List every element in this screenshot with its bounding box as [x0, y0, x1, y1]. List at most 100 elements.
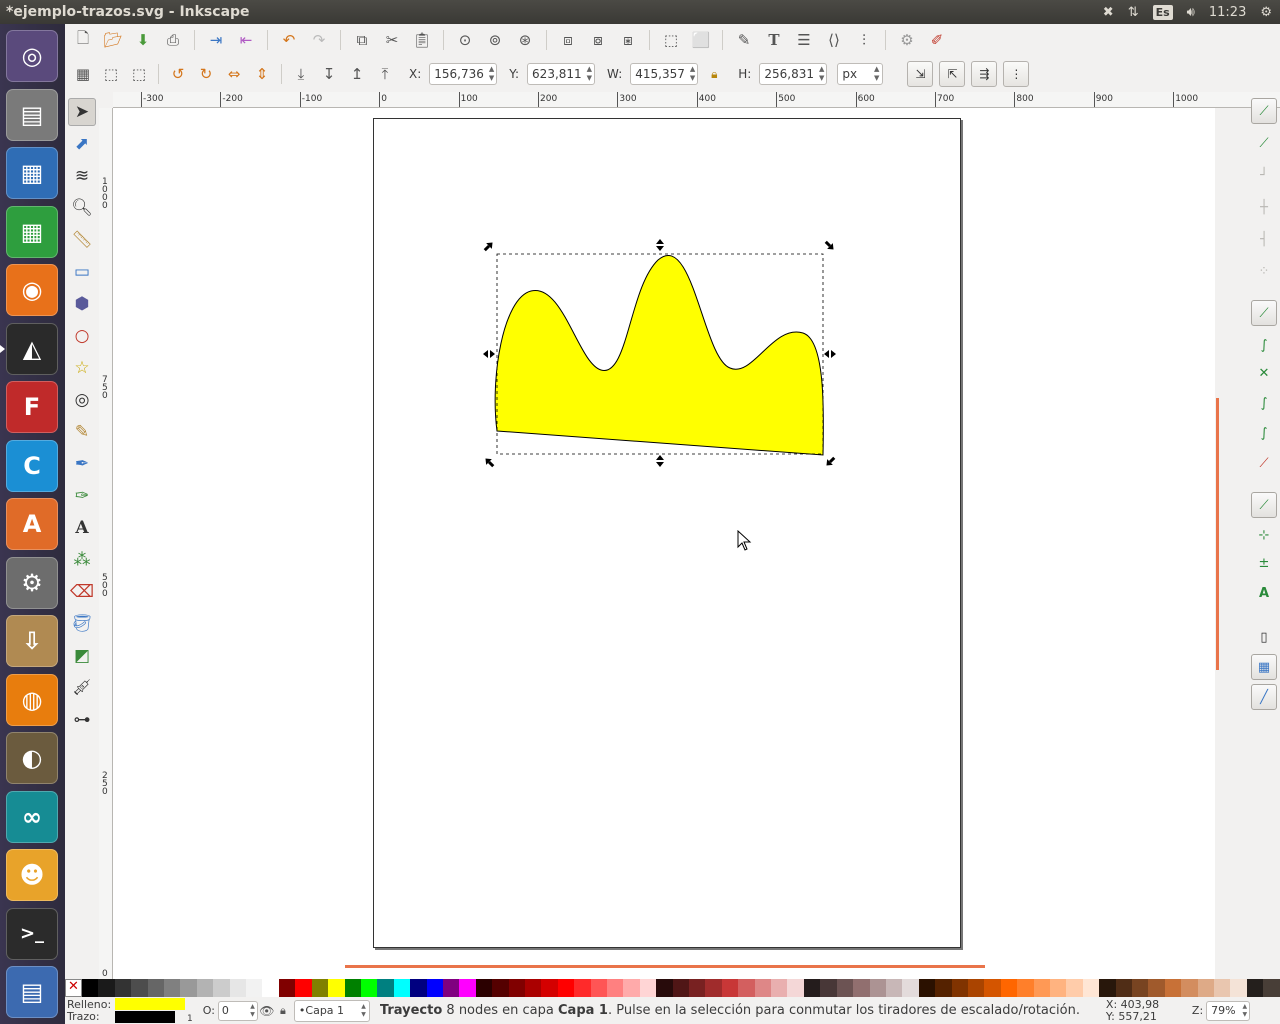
connector-tool-icon[interactable]: ⊶: [68, 706, 96, 734]
snap-bbox-edge-icon[interactable]: ┘: [1251, 162, 1277, 188]
launcher-blender-icon[interactable]: ◍: [6, 673, 58, 726]
palette-swatch[interactable]: [1017, 979, 1034, 997]
palette-swatch[interactable]: [426, 979, 443, 997]
undo-icon[interactable]: ↶: [277, 28, 301, 52]
palette-swatch[interactable]: [705, 979, 722, 997]
volume-icon[interactable]: 🔊︎: [1187, 5, 1195, 20]
ellipse-tool-icon[interactable]: ○: [68, 322, 96, 350]
spray-tool-icon[interactable]: ⁂: [68, 546, 96, 574]
palette-swatch[interactable]: [1082, 979, 1100, 997]
zoom-input[interactable]: 79% ▲ ▼: [1206, 1000, 1251, 1021]
move-patterns-toggle-icon[interactable]: ⋮: [1003, 61, 1030, 87]
h-input[interactable]: 256,831 ▲ ▼: [759, 63, 828, 85]
snap-others-icon[interactable]: ⟋: [1251, 492, 1277, 518]
handle-se[interactable]: [824, 455, 837, 468]
star-tool-icon[interactable]: ☆: [68, 354, 96, 382]
launcher-system-settings-icon[interactable]: ⚙: [6, 556, 58, 609]
rectangle-tool-icon[interactable]: ▭: [68, 258, 96, 286]
calligraphy-tool-icon[interactable]: ✑: [68, 482, 96, 510]
snap-bbox-center-icon[interactable]: ⁘: [1251, 258, 1277, 284]
palette-swatch[interactable]: [213, 979, 230, 997]
raise-to-top-icon[interactable]: ⤒: [373, 62, 397, 86]
flip-horizontal-icon[interactable]: ⇔: [222, 62, 246, 86]
cut-icon[interactable]: ✂: [380, 28, 404, 52]
launcher-software-center-icon[interactable]: A: [6, 498, 58, 550]
palette-swatch[interactable]: [1049, 979, 1067, 997]
new-document-icon[interactable]: 🗋: [71, 28, 95, 52]
preferences-icon[interactable]: ⚙: [895, 28, 919, 52]
palette-swatch[interactable]: [935, 979, 952, 997]
rotate-ccw-icon[interactable]: ↺: [166, 62, 190, 86]
snap-object-center-icon[interactable]: ⊹: [1251, 522, 1277, 548]
launcher-freecad-icon[interactable]: F: [6, 381, 58, 433]
palette-swatch[interactable]: [885, 979, 903, 997]
unlink-clone-icon[interactable]: ⧆: [616, 28, 640, 52]
spin-arrows-icon[interactable]: ▲ ▼: [489, 65, 494, 83]
palette-swatch[interactable]: [590, 979, 607, 997]
palette-swatch[interactable]: [164, 979, 181, 997]
palette-swatch[interactable]: [1132, 979, 1149, 997]
unit-select[interactable]: px ▲ ▼: [837, 63, 884, 85]
paint-bucket-tool-icon[interactable]: 🪣︎: [68, 610, 96, 638]
launcher-codeblocks-icon[interactable]: C: [6, 439, 58, 492]
palette-swatch[interactable]: [180, 979, 197, 997]
zoom-selection-icon[interactable]: ⊙: [453, 28, 477, 52]
palette-swatch[interactable]: [820, 979, 837, 997]
horizontal-scroll-thumb[interactable]: [345, 965, 985, 968]
palette-swatch[interactable]: [492, 979, 509, 997]
flip-vertical-icon[interactable]: ⇕: [250, 62, 274, 86]
palette-swatch[interactable]: [229, 979, 247, 997]
gradient-tool-icon[interactable]: ◩: [68, 642, 96, 670]
align-distribute-icon[interactable]: ⫶: [852, 28, 876, 52]
snap-rotation-center-icon[interactable]: ±: [1251, 550, 1277, 576]
launcher-firefox-icon[interactable]: ◉: [6, 264, 58, 316]
spin-arrows-icon[interactable]: ▲ ▼: [690, 65, 695, 83]
palette-swatch[interactable]: [771, 979, 788, 997]
handle-e[interactable]: [824, 350, 836, 358]
snap-nodes-icon[interactable]: ⟋: [1251, 300, 1277, 326]
palette-swatch[interactable]: [295, 979, 312, 997]
palette-swatch[interactable]: [689, 979, 706, 997]
dropbox-icon[interactable]: ✖: [1103, 5, 1114, 20]
launcher-gimp-icon[interactable]: ◐: [6, 732, 58, 784]
palette-swatch[interactable]: [1230, 979, 1247, 997]
palette-swatch[interactable]: [1099, 979, 1116, 997]
palette-swatch[interactable]: [574, 979, 591, 997]
spin-arrows-icon[interactable]: ▲ ▼: [819, 65, 824, 83]
horizontal-scrollbar[interactable]: [113, 962, 1223, 978]
palette-swatch[interactable]: [1033, 979, 1050, 997]
handle-sw[interactable]: [483, 456, 496, 469]
palette-swatch[interactable]: [803, 979, 821, 997]
dropper-tool-icon[interactable]: 💉︎: [68, 674, 96, 702]
palette-swatch[interactable]: [459, 979, 476, 997]
3d-box-tool-icon[interactable]: ⬢: [68, 290, 96, 318]
launcher-libreoffice-writer-icon[interactable]: ▦: [6, 147, 58, 199]
snap-bbox-corner-icon[interactable]: ┼: [1251, 194, 1277, 220]
handle-n[interactable]: [656, 239, 664, 251]
import-icon[interactable]: ⇥: [204, 28, 228, 52]
snap-smooth-icon[interactable]: ∫: [1251, 420, 1277, 446]
select-all-layers-icon[interactable]: ⬚: [99, 62, 123, 86]
palette-swatch[interactable]: [344, 979, 361, 997]
deselect-icon[interactable]: ⬚: [127, 62, 151, 86]
pencil-tool-icon[interactable]: ✎: [68, 418, 96, 446]
raise-icon[interactable]: ↥: [345, 62, 369, 86]
scale-stroke-toggle-icon[interactable]: ⇲: [907, 61, 934, 87]
palette-swatch[interactable]: [754, 979, 772, 997]
fill-stroke-icon[interactable]: ✎: [732, 28, 756, 52]
handle-nw[interactable]: [482, 240, 495, 253]
launcher-arduino-icon[interactable]: ∞: [6, 790, 58, 843]
palette-swatch[interactable]: [377, 979, 394, 997]
copy-icon[interactable]: ⧉: [350, 28, 374, 52]
no-paint-swatch[interactable]: ✕: [65, 979, 82, 997]
palette-swatch[interactable]: [393, 979, 411, 997]
launcher-files-icon[interactable]: ▤: [6, 88, 58, 141]
eraser-tool-icon[interactable]: ⌫: [68, 578, 96, 606]
layer-lock-icon[interactable]: 🔒︎: [276, 999, 290, 1023]
group-icon[interactable]: ⬚: [659, 28, 683, 52]
x-input[interactable]: 156,736 ▲ ▼: [429, 63, 498, 85]
print-icon[interactable]: ⎙: [161, 28, 185, 52]
drawing-canvas[interactable]: [113, 108, 1215, 980]
palette-swatch[interactable]: [836, 979, 854, 997]
document-properties-icon[interactable]: ✐: [925, 28, 949, 52]
